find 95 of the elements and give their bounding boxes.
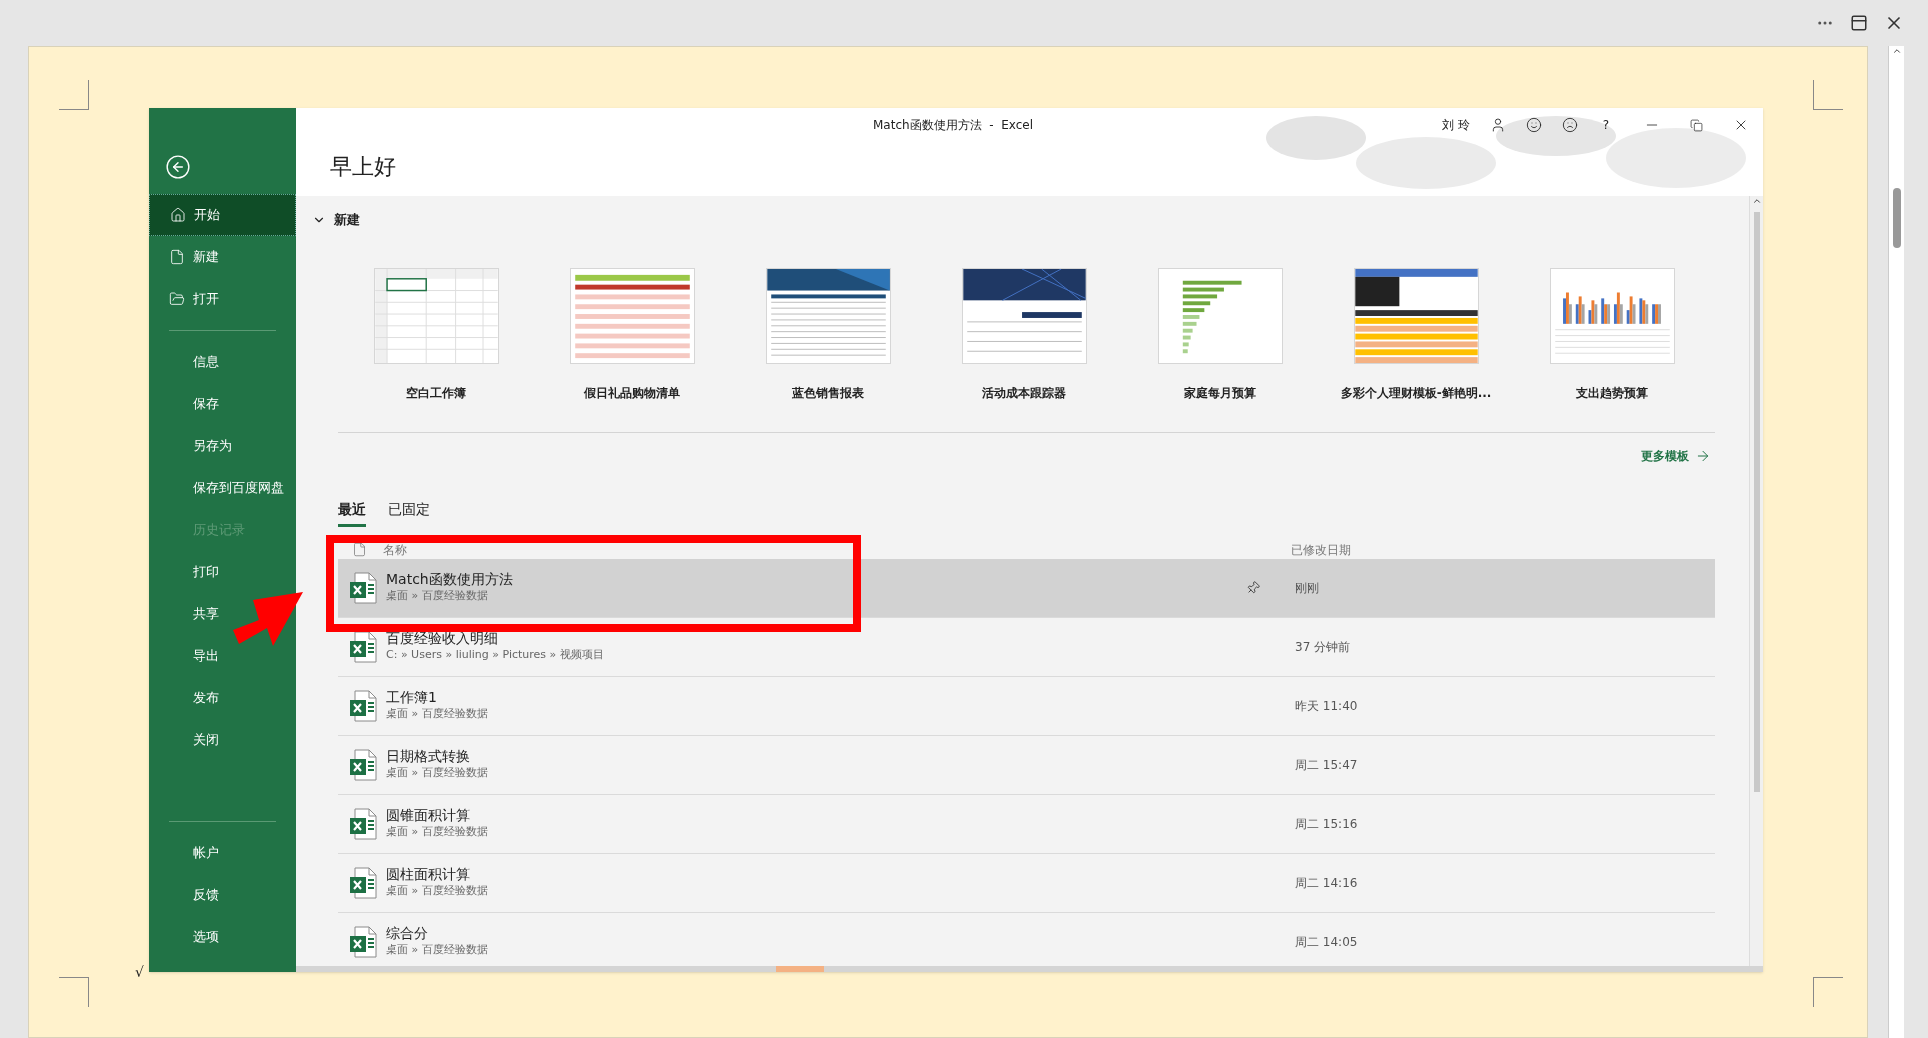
sidebar-item[interactable]: 保存到百度网盘 [149, 467, 296, 509]
cost-tracker-preview-drawing[interactable] [961, 267, 1087, 364]
modified-date: 37 分钟前 [1295, 638, 1351, 656]
scroll-up-icon[interactable] [1891, 46, 1902, 56]
scroll-thumb[interactable] [1753, 212, 1760, 792]
back-icon[interactable] [165, 154, 191, 180]
check-mark: √ [135, 963, 144, 982]
file-name: 日期格式转换 [386, 747, 471, 766]
excel-file-icon [349, 689, 377, 722]
template-label[interactable]: 支出趋势预算 [1576, 383, 1648, 402]
modified-date: 昨天 11:40 [1295, 697, 1358, 715]
excel-file-icon [349, 807, 377, 840]
sidebar-item[interactable]: 开始 [149, 194, 296, 236]
modified-date: 周二 15:47 [1295, 756, 1358, 774]
file-icon [169, 249, 185, 265]
sales-report-preview-drawing[interactable] [765, 267, 891, 364]
sidebar-item[interactable]: 打开 [149, 278, 296, 320]
sidebar-item[interactable]: 发布 [149, 677, 296, 719]
excel-file-icon [349, 925, 377, 958]
shopping-list-preview-drawing[interactable] [569, 267, 695, 364]
file-path: 桌面 » 百度经验数据 [386, 765, 489, 782]
smile-icon[interactable] [1526, 117, 1542, 133]
file-name: 圆锥面积计算 [386, 806, 471, 825]
template-label[interactable]: 多彩个人理财模板-鲜艳明... [1340, 383, 1492, 402]
sidebar-item[interactable]: 帐户 [149, 832, 296, 874]
user-name[interactable]: 刘 玲 [1442, 116, 1470, 134]
vertical-scrollbar[interactable] [1749, 196, 1763, 966]
crop-mark [1813, 977, 1843, 1007]
column-header[interactable]: 已修改日期 [1291, 540, 1351, 559]
window-layout-icon[interactable] [1850, 14, 1868, 32]
template-label[interactable]: 假日礼品购物清单 [584, 383, 680, 402]
recent-file-row[interactable]: 日期格式转换 桌面 » 百度经验数据 周二 15:47 [338, 735, 1715, 795]
file-name: Match函数使用方法 [386, 570, 514, 589]
recent-tab[interactable]: 已固定 [388, 498, 430, 527]
modified-date: 周二 15:16 [1295, 815, 1358, 833]
horizontal-scrollbar[interactable] [296, 966, 1763, 972]
file-name: 工作簿1 [386, 688, 438, 707]
user-icon[interactable] [1490, 117, 1506, 133]
file-path: 桌面 » 百度经验数据 [386, 883, 489, 900]
page-scrollbar[interactable] [1888, 46, 1904, 1038]
sidebar-item[interactable]: 另存为 [149, 425, 296, 467]
template-label[interactable]: 蓝色销售报表 [792, 383, 864, 402]
folder-icon [169, 291, 185, 307]
sidebar-item[interactable]: 打印 [149, 551, 296, 593]
sidebar-item[interactable]: 反馈 [149, 874, 296, 916]
recent-file-row[interactable]: Match函数使用方法 桌面 » 百度经验数据 刚刚 [338, 558, 1715, 618]
modified-date: 刚刚 [1295, 579, 1319, 597]
recent-file-row[interactable]: 圆柱面积计算 桌面 » 百度经验数据 周二 14:16 [338, 853, 1715, 913]
sidebar-item[interactable]: 保存 [149, 383, 296, 425]
sidebar-item[interactable]: 信息 [149, 341, 296, 383]
budget-bar-preview-drawing[interactable] [1157, 267, 1283, 364]
file-path: 桌面 » 百度经验数据 [386, 588, 489, 605]
column-header[interactable]: 名称 [383, 540, 1291, 559]
help-button[interactable]: ? [1598, 116, 1614, 134]
file-name: 圆柱面积计算 [386, 865, 471, 884]
frown-icon[interactable] [1562, 117, 1578, 133]
excel-file-icon [349, 866, 377, 899]
crop-mark [59, 80, 89, 110]
modified-date: 周二 14:16 [1295, 874, 1358, 892]
template-label[interactable]: 活动成本跟踪器 [982, 383, 1066, 402]
excel-file-icon [349, 571, 377, 604]
sidebar-item[interactable]: 共享 [149, 593, 296, 635]
crop-mark [1813, 80, 1843, 110]
modified-date: 周二 14:05 [1295, 933, 1358, 951]
greeting: 早上好 [330, 153, 397, 181]
trend-chart-preview-drawing[interactable] [1549, 267, 1675, 364]
file-type-icon [352, 542, 367, 557]
file-path: 桌面 » 百度经验数据 [386, 706, 489, 723]
file-path: C: » Users » liuling » Pictures » 视频项目 [386, 647, 605, 664]
template-label[interactable]: 空白工作簿 [406, 383, 466, 402]
file-name: 综合分 [386, 924, 429, 943]
window-title: Match函数使用方法 - Excel [873, 117, 1033, 134]
file-path: 桌面 » 百度经验数据 [386, 942, 489, 959]
sidebar-item[interactable]: 关闭 [149, 719, 296, 761]
excel-file-icon [349, 630, 377, 663]
finance-template-preview-drawing[interactable] [1353, 267, 1479, 364]
template-label[interactable]: 家庭每月预算 [1184, 383, 1256, 402]
recent-file-row[interactable]: 圆锥面积计算 桌面 » 百度经验数据 周二 15:16 [338, 794, 1715, 854]
recent-file-row[interactable]: 百度经验收入明细 C: » Users » liuling » Pictures » 视频项目 37 分钟前 [338, 617, 1715, 677]
excel-file-icon [349, 748, 377, 781]
sidebar-item[interactable]: 选项 [149, 916, 296, 958]
scroll-thumb[interactable] [776, 966, 824, 972]
file-path: 桌面 » 百度经验数据 [386, 824, 489, 841]
sidebar-item[interactable]: 新建 [149, 236, 296, 278]
section-heading: 新建 [334, 211, 360, 229]
sidebar-item[interactable]: 导出 [149, 635, 296, 677]
home-icon [170, 207, 186, 223]
file-name: 百度经验收入明细 [386, 629, 499, 648]
restore-icon[interactable] [1690, 118, 1703, 132]
more-templates-link[interactable]: 更多模板 [1641, 446, 1711, 465]
scroll-thumb[interactable] [1892, 188, 1901, 248]
recent-tab[interactable]: 最近 [338, 498, 366, 527]
recent-file-row[interactable]: 工作簿1 桌面 » 百度经验数据 昨天 11:40 [338, 676, 1715, 736]
crop-mark [59, 977, 89, 1007]
scroll-up-icon[interactable] [1751, 196, 1762, 206]
